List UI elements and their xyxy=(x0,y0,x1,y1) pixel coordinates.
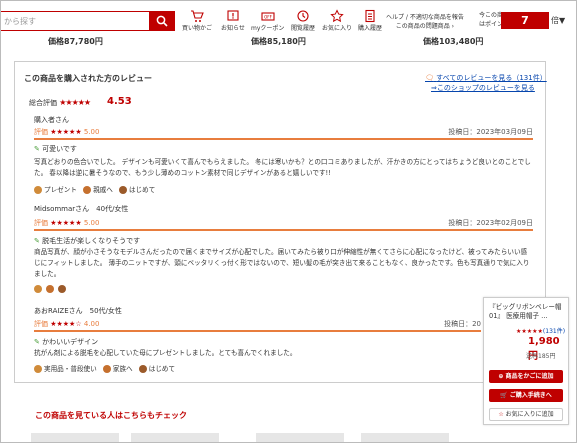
nav-cart-label: 買い物かご xyxy=(182,25,213,32)
nav-favorite-label: お気に入り xyxy=(322,25,353,32)
review-2-body: 商品写真が、顔が小さそうなモデルさんだったので届くまでサイズが心配でした。届いて… xyxy=(34,248,530,278)
family-icon xyxy=(102,365,111,373)
review-3-user: あおRAIZEさん 50代/女性 xyxy=(34,307,122,315)
review-1-rating-bar: 評価 ★★★★★ 5.00 投稿日：2023年03月09日 xyxy=(34,127,533,140)
svg-text:OFF: OFF xyxy=(264,15,272,20)
nav-coupon[interactable]: OFF myクーポン xyxy=(251,9,284,32)
review-1-tag-3: はじめて xyxy=(128,186,156,194)
fp-rating: ★★★★★(131件) xyxy=(516,328,566,335)
review-1-tag-2: 親戚へ xyxy=(93,186,113,194)
gift-icon xyxy=(34,186,42,194)
relatives-icon xyxy=(83,186,92,194)
related-price-2: 価格85,180円 xyxy=(251,37,306,46)
nav-history-label: 閲覧履歴 xyxy=(291,25,316,32)
help-line1: ヘルプ / 不適切な商品を報告 xyxy=(386,14,464,21)
review-1-headline: ✎ 可愛いです xyxy=(34,145,77,153)
header: から探す 買い物かご お知らせ OFF myクーポン 閲覧履歴 お気に入り 購入… xyxy=(1,1,576,37)
star-icon xyxy=(330,9,344,23)
shop-reviews-link[interactable]: ⇒このショップのレビューを見る xyxy=(431,83,535,93)
review-2-rating: 評価 ★★★★★ 5.00 xyxy=(34,219,100,227)
review-3-date: 投稿日：20 xyxy=(444,320,481,328)
review-2-headline: ✎ 脱毛生活が楽しくなりそうです xyxy=(34,237,141,245)
nav-coupon-label: myクーポン xyxy=(251,25,285,32)
points-suffix[interactable]: 倍▼ xyxy=(551,15,565,26)
review-icon: 🗨 xyxy=(425,74,434,82)
points-multiplier-badge[interactable]: 7 xyxy=(501,12,549,29)
review-1-user: 購入者さん xyxy=(34,116,69,124)
help-line2: この商品の問題商品 › xyxy=(395,23,455,30)
daily-use-icon xyxy=(34,365,42,373)
nav-cart[interactable]: 買い物かご xyxy=(182,9,212,32)
first-time-icon xyxy=(138,365,147,373)
review-3-rating-bar: 評価 ★★★★☆ 4.00 投稿日：20 xyxy=(34,319,481,332)
all-reviews-label: すべてのレビューを見る（131件） xyxy=(436,74,547,82)
related-thumb-1[interactable] xyxy=(31,433,119,442)
review-1-rating: 評価 ★★★★★ 5.00 xyxy=(34,128,100,136)
related-price-3: 価格103,480円 xyxy=(423,37,484,46)
review-3-rating: 評価 ★★★★☆ 4.00 xyxy=(34,320,100,328)
floating-purchase-panel: 『ビッグリボンベレー帽01』 医療用帽子 … ★★★★★(131件) 1,980… xyxy=(483,297,569,425)
page: から探す 買い物かご お知らせ OFF myクーポン 閲覧履歴 お気に入り 購入… xyxy=(0,0,577,443)
review-3-tag-3: はじめて xyxy=(148,365,176,373)
tag-icon-1 xyxy=(34,285,42,293)
nav-notice[interactable]: お知らせ xyxy=(221,9,245,32)
buy-now-button[interactable]: 🛒 ご購入手続きへ xyxy=(489,389,563,402)
nav-purchase-history-label: 購入履歴 xyxy=(358,25,383,32)
fp-review-count[interactable]: (131件) xyxy=(543,328,565,335)
search-input[interactable]: から探す xyxy=(1,11,149,31)
review-3-tag-2: 家族へ xyxy=(112,365,133,373)
cart-icon xyxy=(191,10,204,22)
add-favorite-button[interactable]: ☆ お気に入りに追加 xyxy=(489,408,563,421)
review-3-tags: 実用品・普段使い 家族へ はじめて xyxy=(34,363,175,373)
review-section-title: この商品を購入された方のレビュー xyxy=(24,74,152,83)
nav-notice-label: お知らせ xyxy=(221,25,245,32)
review-2-rating-bar: 評価 ★★★★★ 5.00 投稿日：2023年02月09日 xyxy=(34,218,533,231)
history-icon xyxy=(297,10,309,22)
review-1-date: 投稿日：2023年03月09日 xyxy=(448,128,533,136)
review-2-tags xyxy=(34,285,68,293)
review-3-headline: ✎ かわいいデザイン xyxy=(34,338,99,346)
overall-score: 4.53 xyxy=(107,96,132,107)
nav-favorite[interactable]: お気に入り xyxy=(322,9,352,32)
star-icon: ☆ xyxy=(498,411,504,418)
list-icon xyxy=(365,9,375,23)
tag-icon-2 xyxy=(46,285,55,293)
see-also-heading: この商品を見ている人はこちらもチェック xyxy=(35,411,187,420)
review-3-body: 抗がん剤による脱毛を心配していた母にプレゼントしました。とても喜んでくれました。 xyxy=(34,349,297,357)
review-1-tag-1: プレゼント xyxy=(44,186,77,194)
notice-icon xyxy=(227,10,239,21)
fp-product-title[interactable]: 『ビッグリボンベレー帽01』 医療用帽子 … xyxy=(489,303,567,321)
related-price-1: 価格87,780円 xyxy=(48,37,103,46)
search-button[interactable] xyxy=(149,11,175,31)
related-thumb-2[interactable] xyxy=(131,433,219,442)
overall-stars: ★★★★★ xyxy=(59,98,91,107)
related-thumb-3[interactable] xyxy=(256,433,344,442)
add-to-cart-button[interactable]: ⊕ 商品をかごに追加 xyxy=(489,370,563,383)
review-2-date: 投稿日：2023年02月09日 xyxy=(448,219,533,227)
leaf-icon: ✎ xyxy=(34,338,40,346)
tag-icon-3 xyxy=(58,285,67,293)
overall-rating: 総合評価 ★★★★★ xyxy=(29,98,91,108)
review-2-user: Midsommarさん 40代/女性 xyxy=(34,205,129,213)
leaf-icon: ✎ xyxy=(34,237,40,245)
coupon-icon: OFF xyxy=(261,12,275,21)
review-1-body: 写真どおりの色合いでした。 デザインも可愛いくて喜んでもらえました。 冬には寒い… xyxy=(34,158,531,177)
nav-history[interactable]: 閲覧履歴 xyxy=(291,9,315,32)
leaf-icon: ✎ xyxy=(34,145,40,153)
first-time-icon xyxy=(118,186,127,194)
fp-shipping: 送料185円 xyxy=(526,353,556,360)
review-3-tag-1: 実用品・普段使い xyxy=(44,365,97,373)
help-link[interactable]: ヘルプ / 不適切な商品を報告 この商品の問題商品 › xyxy=(386,13,464,31)
search-icon xyxy=(156,15,168,27)
overall-label: 総合評価 xyxy=(29,99,57,107)
review-1-tags: プレゼント 親戚へ はじめて xyxy=(34,184,155,194)
related-thumb-4[interactable] xyxy=(361,433,449,442)
all-reviews-link[interactable]: 🗨 すべてのレビューを見る（131件） xyxy=(425,73,547,83)
nav-purchase-history[interactable]: 購入履歴 xyxy=(358,9,382,32)
